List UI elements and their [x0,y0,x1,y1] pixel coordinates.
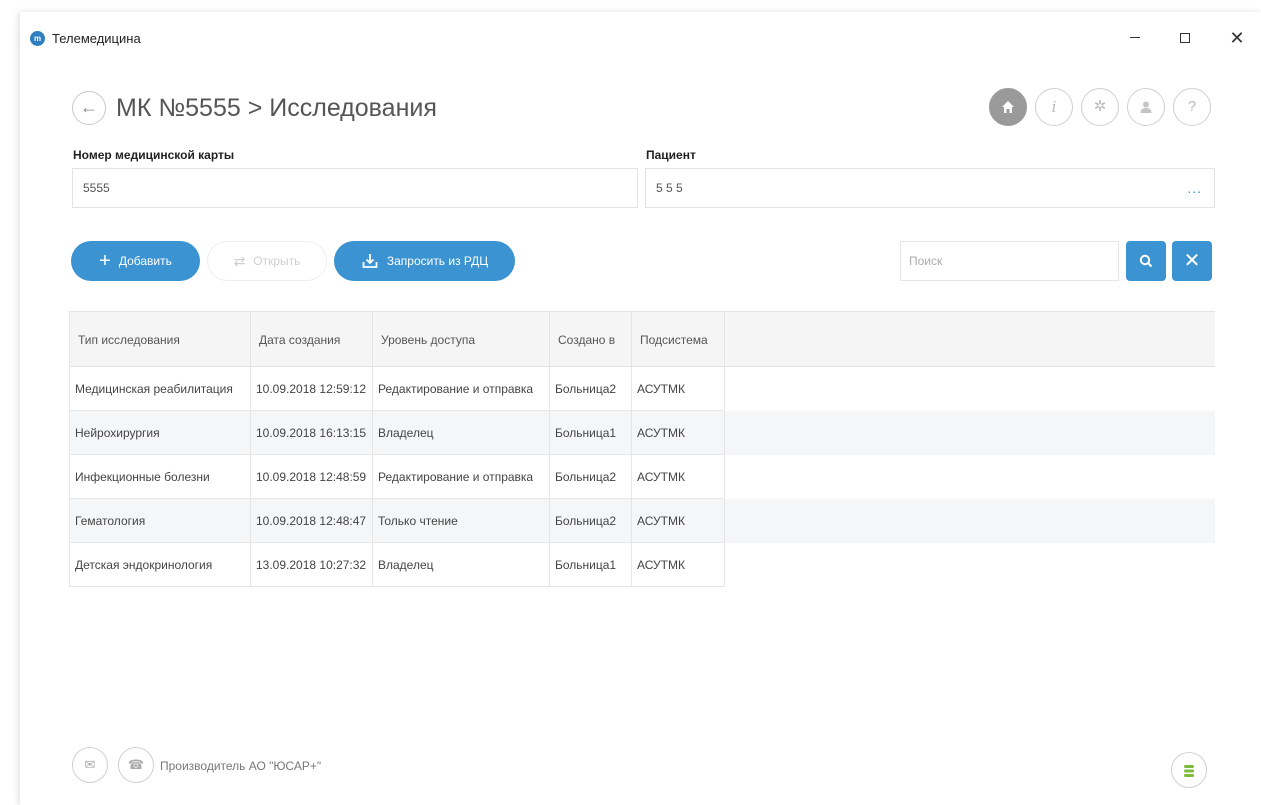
title-bar: m Телемедицина ✕ [20,12,1261,52]
column-header[interactable]: Тип исследования [69,312,251,366]
download-icon [362,254,378,268]
cell-created-date: 13.09.2018 10:27:32 [251,543,373,587]
cell-access-level: Редактирование и отправка [373,455,550,499]
cell-study-type: Медицинская реабилитация [69,367,251,411]
cell-created-date: 10.09.2018 12:48:59 [251,455,373,499]
column-header[interactable]: Дата создания [251,312,373,366]
request-button-label: Запросить из РДЦ [386,254,489,268]
search-input[interactable] [900,241,1119,281]
open-button[interactable]: ⇄ Открыть [207,241,327,281]
mail-button[interactable]: ✉ [72,747,108,783]
cell-created-in: Больница2 [550,499,632,543]
plus-icon: + [99,250,111,272]
card-number-label: Номер медицинской карты [73,148,235,162]
close-icon: ✕ [1183,250,1201,272]
table-row[interactable]: Гематология 10.09.2018 12:48:47 Только ч… [69,499,1215,543]
help-button[interactable]: ? [1173,88,1211,126]
phone-icon: ☎ [127,757,145,772]
user-icon [1140,101,1152,114]
add-button[interactable]: + Добавить [71,241,200,281]
patient-more-button[interactable]: ... [1187,169,1202,207]
table-row[interactable]: Детская эндокринология 13.09.2018 10:27:… [69,543,1215,587]
row-filler [725,543,1215,587]
cell-access-level: Редактирование и отправка [373,367,550,411]
header-filler [725,312,1215,366]
database-icon [1184,765,1194,778]
clear-search-button[interactable]: ✕ [1172,241,1212,281]
cell-created-date: 10.09.2018 16:13:15 [251,411,373,455]
request-from-rdc-button[interactable]: Запросить из РДЦ [334,241,515,281]
user-button[interactable] [1127,88,1165,126]
home-icon [1002,101,1014,114]
row-filler [725,411,1215,455]
mail-icon: ✉ [84,757,96,772]
table-row[interactable]: Нейрохирургия 10.09.2018 16:13:15 Владел… [69,411,1215,455]
patient-field[interactable]: 5 5 5 ... [645,168,1215,208]
info-button[interactable]: i [1035,88,1073,126]
cell-subsystem: АСУТМК [632,499,725,543]
info-icon: i [1051,98,1057,116]
page-title: МК №5555 > Исследования [116,94,437,122]
minimize-button[interactable] [1120,26,1150,50]
cell-created-in: Больница2 [550,367,632,411]
cell-created-in: Больница2 [550,455,632,499]
cell-created-date: 10.09.2018 12:48:47 [251,499,373,543]
maximize-button[interactable] [1170,26,1200,50]
row-filler [725,367,1215,411]
cell-study-type: Нейрохирургия [69,411,251,455]
cell-created-in: Больница1 [550,543,632,587]
add-button-label: Добавить [118,254,172,268]
table-header: Тип исследования Дата создания Уровень д… [69,311,1215,367]
studies-table: Тип исследования Дата создания Уровень д… [69,311,1215,587]
cell-created-in: Больница1 [550,411,632,455]
row-filler [725,499,1215,543]
database-button[interactable] [1171,752,1207,788]
close-window-button[interactable]: ✕ [1222,26,1252,50]
column-header[interactable]: Уровень доступа [373,312,550,366]
column-header[interactable]: Подсистема [632,312,725,366]
home-button[interactable] [989,88,1027,126]
card-number-field[interactable]: 5555 [72,168,638,208]
help-icon: ? [1187,98,1197,115]
open-icon: ⇄ [233,253,246,269]
maximize-icon [1180,32,1190,43]
manufacturer-text: Производитель АО "ЮСАР+" [160,759,322,773]
minimize-icon [1130,37,1140,39]
gear-icon: ✲ [1093,98,1107,115]
cell-subsystem: АСУТМК [632,543,725,587]
cell-subsystem: АСУТМК [632,455,725,499]
patient-label: Пациент [646,148,696,162]
search-icon [1139,254,1153,267]
cell-created-date: 10.09.2018 12:59:12 [251,367,373,411]
back-button[interactable]: ← [72,91,106,125]
row-filler [725,455,1215,499]
table-row[interactable]: Медицинская реабилитация 10.09.2018 12:5… [69,367,1215,411]
cell-access-level: Только чтение [373,499,550,543]
cell-subsystem: АСУТМК [632,367,725,411]
cell-study-type: Инфекционные болезни [69,455,251,499]
column-header[interactable]: Создано в [550,312,632,366]
settings-button[interactable]: ✲ [1081,88,1119,126]
cell-study-type: Детская эндокринология [69,543,251,587]
cell-access-level: Владелец [373,543,550,587]
app-logo-icon: m [30,31,45,46]
table-row[interactable]: Инфекционные болезни 10.09.2018 12:48:59… [69,455,1215,499]
cell-study-type: Гематология [69,499,251,543]
phone-button[interactable]: ☎ [118,747,154,783]
cell-access-level: Владелец [373,411,550,455]
cell-subsystem: АСУТМК [632,411,725,455]
patient-value: 5 5 5 [656,181,683,195]
search-button[interactable] [1126,241,1166,281]
open-button-label: Открыть [253,254,301,268]
window-title: Телемедицина [52,31,141,46]
app-window: m Телемедицина ✕ ← МК №5555 > Исследован… [20,12,1261,805]
